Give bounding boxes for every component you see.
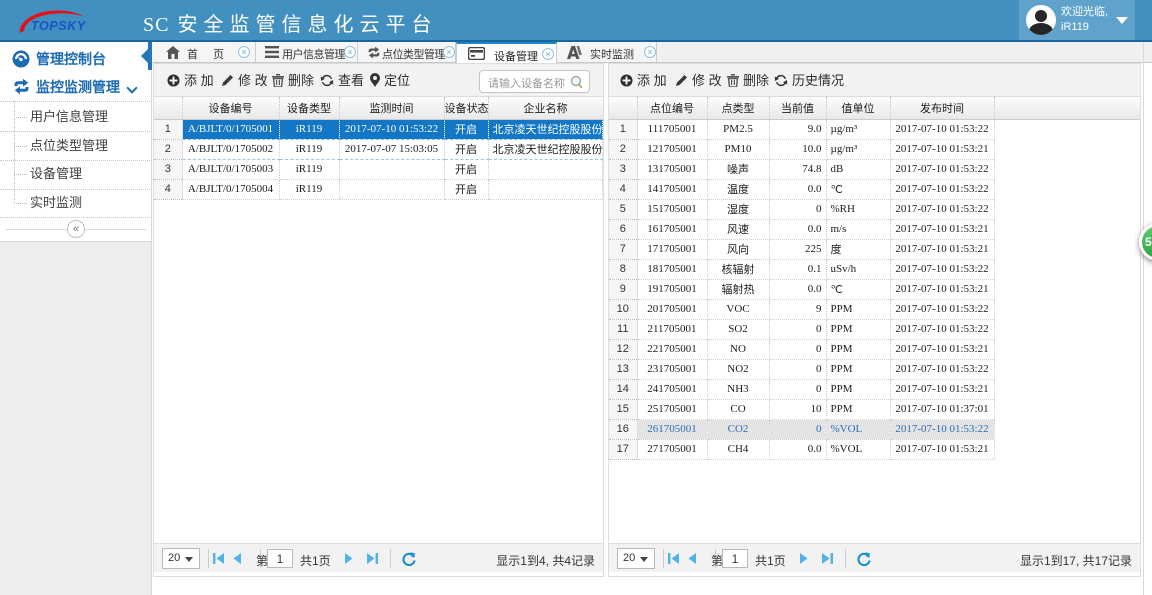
svg-text:TOPSKY: TOPSKY (31, 19, 87, 33)
